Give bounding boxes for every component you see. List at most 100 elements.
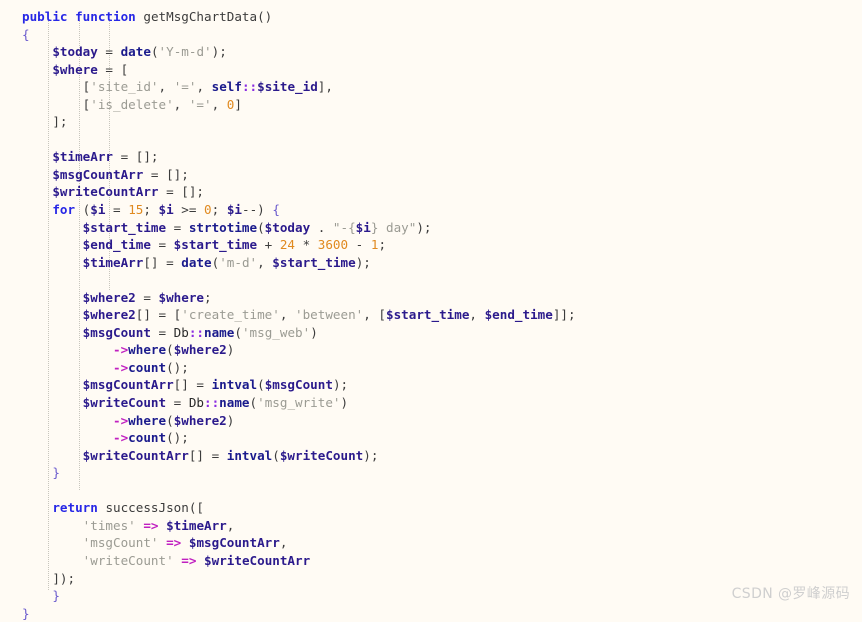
code-token: ,: [211, 96, 227, 112]
code-token: $writeCountArr: [204, 552, 311, 568]
code-content[interactable]: public function getMsgChartData(){ $toda…: [0, 8, 862, 622]
code-token: );: [211, 44, 227, 60]
code-line[interactable]: $msgCountArr[] = intval($msgCount);: [0, 376, 862, 394]
code-line[interactable]: return successJson([: [0, 499, 862, 517]
code-token: ]];: [552, 307, 576, 323]
code-token: $writeCountArr: [82, 447, 189, 463]
code-token: $timeArr: [82, 254, 144, 270]
code-line[interactable]: $where2 = $where;: [0, 289, 862, 307]
code-token: );: [332, 377, 349, 393]
code-line[interactable]: $timeArr = [];: [0, 148, 862, 166]
code-editor-pane[interactable]: public function getMsgChartData(){ $toda…: [0, 0, 862, 621]
code-token: }: [22, 605, 30, 621]
code-line[interactable]: $today = date('Y-m-d');: [0, 43, 862, 61]
code-token: $writeCount: [82, 395, 167, 411]
code-token: ,: [158, 79, 174, 95]
code-token: $i: [158, 202, 174, 218]
code-line[interactable]: {: [0, 26, 862, 44]
code-token: 'msg_write': [257, 395, 341, 411]
code-token: ->: [113, 412, 129, 428]
code-token: ,: [226, 517, 235, 533]
code-token: (: [150, 44, 159, 60]
code-token: $start_time: [82, 219, 167, 235]
code-token: $msgCount: [82, 324, 151, 340]
code-line[interactable]: ['is_delete', '=', 0]: [0, 96, 862, 114]
code-token: $i: [90, 202, 106, 218]
code-line[interactable]: ->where($where2): [0, 341, 862, 359]
code-token: ,: [196, 79, 212, 95]
code-line[interactable]: ->count();: [0, 359, 862, 377]
code-token: []: [143, 254, 159, 270]
code-line[interactable]: $writeCount = Db::name('msg_write'): [0, 394, 862, 412]
code-token: } day": [370, 219, 417, 235]
code-line[interactable]: ];: [0, 113, 862, 131]
code-line[interactable]: ['site_id', '=', self::$site_id],: [0, 78, 862, 96]
code-line[interactable]: [0, 271, 862, 289]
code-line[interactable]: 'times' => $timeArr,: [0, 517, 862, 535]
code-line[interactable]: 'msgCount' => $msgCountArr,: [0, 534, 862, 552]
code-token: $today: [264, 219, 311, 235]
code-line[interactable]: $timeArr[] = date('m-d', $start_time);: [0, 254, 862, 272]
code-line[interactable]: $where2[] = ['create_time', 'between', […: [0, 306, 862, 324]
code-token: ): [340, 395, 349, 411]
code-line[interactable]: $writeCountArr[] = intval($writeCount);: [0, 447, 862, 465]
code-token: $site_id: [257, 79, 318, 95]
code-token: , [: [363, 307, 387, 323]
code-line[interactable]: ->where($where2): [0, 412, 862, 430]
code-line[interactable]: [0, 131, 862, 149]
code-token: $i: [355, 219, 371, 235]
code-token: where: [128, 342, 167, 358]
code-line[interactable]: $end_time = $start_time + 24 * 3600 - 1;: [0, 236, 862, 254]
code-token: (: [257, 219, 265, 235]
code-token: strtotime: [188, 219, 258, 235]
code-token: ,: [257, 254, 273, 270]
code-line[interactable]: $where = [: [0, 61, 862, 79]
code-token: '=': [173, 79, 197, 95]
code-token: $where2: [82, 289, 136, 305]
code-token: name: [219, 395, 250, 411]
code-token: []: [135, 307, 151, 323]
code-token: 'msgCount': [82, 535, 159, 551]
code-token: -: [348, 237, 371, 253]
code-token: 15: [128, 202, 144, 218]
code-line[interactable]: public function getMsgChartData(): [0, 8, 862, 26]
code-token: ];: [52, 114, 68, 130]
code-token: ->: [113, 359, 129, 375]
code-token: [: [120, 61, 129, 77]
code-line[interactable]: $msgCountArr = [];: [0, 166, 862, 184]
code-token: ::: [188, 324, 205, 340]
code-line[interactable]: }: [0, 605, 862, 622]
code-line[interactable]: 'writeCount' => $writeCountArr: [0, 552, 862, 570]
code-token: }: [52, 588, 60, 604]
code-token: .: [310, 219, 333, 235]
code-line[interactable]: $start_time = strtotime($today . "-{$i} …: [0, 219, 862, 237]
code-line[interactable]: $msgCount = Db::name('msg_web'): [0, 324, 862, 342]
code-token: );: [363, 447, 379, 463]
code-token: *: [295, 237, 318, 253]
code-token: =: [97, 44, 121, 60]
code-token: for: [52, 202, 76, 218]
code-line[interactable]: ->count();: [0, 429, 862, 447]
code-line[interactable]: $writeCountArr = [];: [0, 183, 862, 201]
code-line[interactable]: for ($i = 15; $i >= 0; $i--) {: [0, 201, 862, 219]
code-token: =: [150, 324, 174, 340]
code-token: ): [226, 412, 235, 428]
code-line[interactable]: }: [0, 464, 862, 482]
code-line[interactable]: [0, 482, 862, 500]
code-token: ): [226, 342, 235, 358]
code-token: ->: [113, 342, 129, 358]
